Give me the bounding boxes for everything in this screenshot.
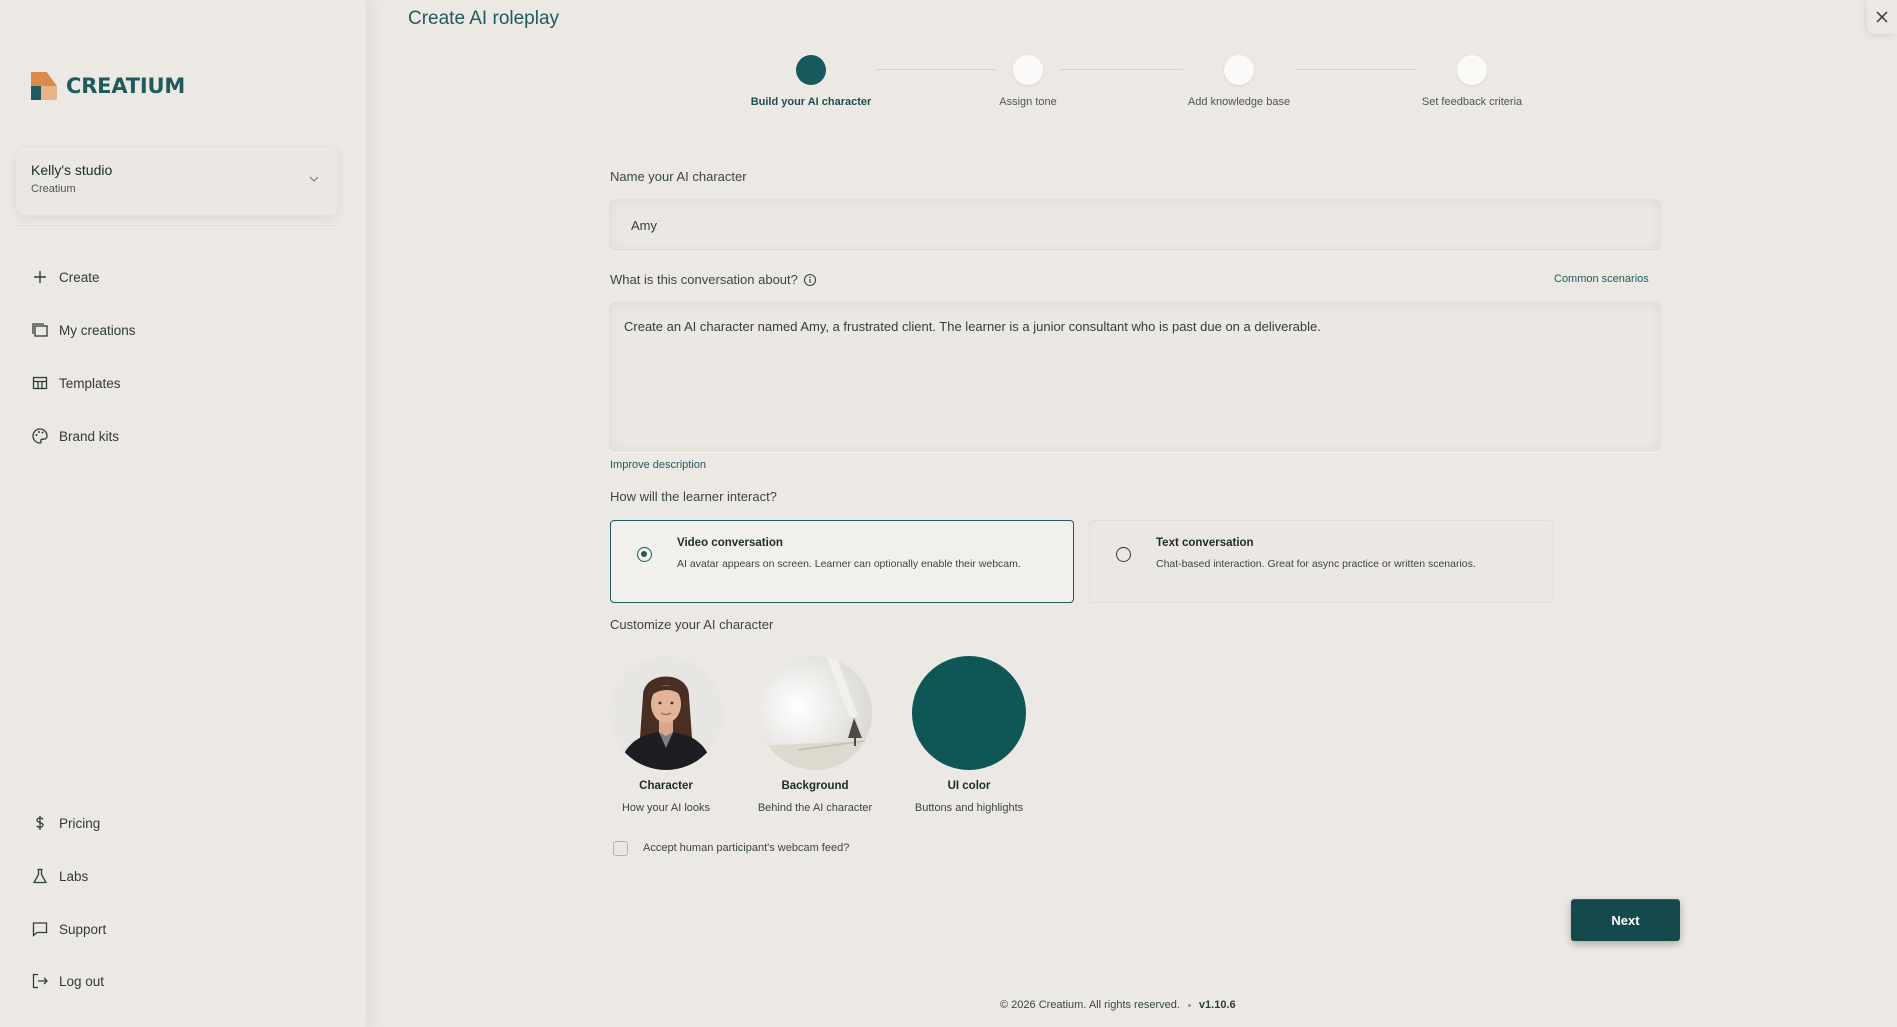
sidebar: CREATIUM Kelly's studio Creatium Create … — [0, 0, 367, 1027]
dollar-icon — [36, 816, 44, 830]
common-scenarios-link[interactable]: Common scenarios — [1554, 273, 1649, 285]
info-icon[interactable] — [803, 273, 817, 287]
step-connector — [1296, 69, 1417, 70]
ui-color-swatch — [912, 656, 1026, 770]
sidebar-item-label: Templates — [59, 375, 121, 391]
sidebar-item-log-out[interactable]: Log out — [31, 972, 104, 990]
text-conversation-option[interactable]: Text conversation Chat-based interaction… — [1089, 520, 1554, 603]
folders-icon — [32, 323, 48, 337]
studio-name: Kelly's studio — [31, 162, 113, 178]
close-button[interactable] — [1867, 0, 1897, 34]
sidebar-item-support[interactable]: Support — [31, 920, 106, 938]
step-3-label[interactable]: Add knowledge base — [1188, 96, 1290, 108]
plus-icon — [34, 271, 46, 283]
sidebar-item-templates[interactable]: Templates — [31, 374, 121, 392]
sidebar-item-pricing[interactable]: Pricing — [31, 814, 100, 832]
character-title: Character — [639, 780, 693, 792]
option-title: Text conversation — [1156, 537, 1254, 549]
sidebar-item-label: Labs — [59, 868, 89, 884]
interact-field-label: How will the learner interact? — [610, 489, 777, 504]
background-title: Background — [781, 780, 849, 792]
name-field-label: Name your AI character — [610, 169, 747, 184]
radio-button[interactable] — [1116, 547, 1131, 562]
ui-color-title: UI color — [947, 780, 991, 792]
sidebar-item-labs[interactable]: Labs — [31, 867, 88, 885]
chevron-down-icon — [309, 176, 319, 182]
background-picker[interactable]: Background Behind the AI character — [740, 656, 890, 814]
character-avatar — [609, 656, 723, 770]
close-icon — [1876, 11, 1888, 23]
footer-separator — [1187, 1003, 1191, 1007]
sidebar-item-label: Create — [59, 269, 100, 285]
option-title: Video conversation — [677, 537, 783, 549]
version-label: v1.10.6 — [1198, 999, 1236, 1011]
customize-field-label: Customize your AI character — [610, 617, 774, 632]
sidebar-item-create[interactable]: Create — [31, 268, 100, 286]
creatium-logo-icon — [31, 72, 57, 100]
character-picker[interactable]: Character How your AI looks — [591, 656, 741, 814]
option-description: AI avatar appears on screen. Learner can… — [677, 558, 1021, 570]
sidebar-item-label: Log out — [59, 973, 105, 989]
template-grid-icon — [32, 376, 48, 390]
conversation-description-input[interactable]: Create an AI character named Amy, a frus… — [609, 302, 1661, 452]
step-1-label[interactable]: Build your AI character — [751, 96, 872, 108]
conversation-label-text: What is this conversation about? — [610, 272, 798, 287]
sidebar-divider — [15, 225, 339, 226]
step-connector — [1059, 69, 1183, 70]
step-connector — [876, 69, 997, 70]
sidebar-item-my-creations[interactable]: My creations — [31, 321, 136, 339]
flask-icon — [32, 868, 48, 884]
step-4-indicator[interactable] — [1457, 55, 1487, 85]
sidebar-item-brand-kits[interactable]: Brand kits — [31, 427, 119, 445]
video-conversation-option[interactable]: Video conversation AI avatar appears on … — [610, 520, 1074, 603]
step-3-indicator[interactable] — [1224, 55, 1254, 85]
character-name-input[interactable] — [609, 199, 1661, 251]
step-2-indicator[interactable] — [1013, 55, 1043, 85]
sidebar-item-label: Brand kits — [59, 428, 120, 444]
copyright-text: © 2026 Creatium. All rights reserved. — [1000, 999, 1180, 1011]
step-4-label[interactable]: Set feedback criteria — [1422, 96, 1522, 108]
conversation-field-label: What is this conversation about? — [610, 272, 817, 287]
webcam-checkbox[interactable] — [613, 841, 628, 856]
studio-switcher[interactable]: Kelly's studio Creatium — [15, 146, 339, 216]
background-subtitle: Behind the AI character — [757, 802, 873, 814]
step-1-indicator[interactable] — [796, 55, 826, 85]
palette-icon — [32, 428, 48, 444]
studio-org: Creatium — [31, 183, 76, 195]
step-2-label[interactable]: Assign tone — [999, 96, 1056, 108]
page-title: Create AI roleplay — [408, 8, 560, 29]
ui-color-subtitle: Buttons and highlights — [914, 802, 1024, 814]
chat-icon — [32, 922, 48, 937]
radio-button-selected[interactable] — [637, 547, 652, 562]
webcam-checkbox-label[interactable]: Accept human participant's webcam feed? — [643, 842, 849, 854]
ui-color-picker[interactable]: UI color Buttons and highlights — [894, 656, 1044, 814]
footer: © 2026 Creatium. All rights reserved. v1… — [1000, 999, 1236, 1011]
brand-name: CREATIUM — [66, 74, 186, 98]
sidebar-item-label: Pricing — [59, 815, 101, 831]
sidebar-item-label: Support — [59, 921, 107, 937]
sidebar-item-label: My creations — [59, 322, 136, 338]
logout-icon — [32, 973, 48, 989]
background-image — [758, 656, 872, 770]
option-description: Chat-based interaction. Great for async … — [1156, 558, 1476, 570]
next-button[interactable]: Next — [1571, 899, 1680, 941]
brand-logo[interactable]: CREATIUM — [31, 72, 185, 100]
character-subtitle: How your AI looks — [621, 802, 711, 814]
improve-description-link[interactable]: Improve description — [610, 459, 706, 471]
